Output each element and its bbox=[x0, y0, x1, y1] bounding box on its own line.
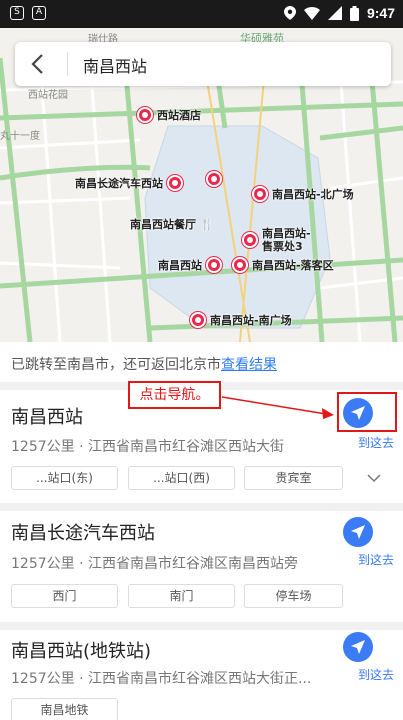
map-pin-icon bbox=[252, 186, 268, 202]
result-item[interactable]: 南昌长途汽车西站 1257公里 · 江西省南昌市红谷滩区南昌西站旁 到这去 西门… bbox=[0, 511, 403, 622]
notification-icon: S bbox=[10, 6, 24, 20]
signal-icon bbox=[327, 6, 342, 20]
battery-icon bbox=[349, 5, 359, 21]
sub-poi-chip[interactable]: 南昌地铁 bbox=[11, 698, 118, 720]
restaurant-icon: 🍴 bbox=[200, 217, 214, 231]
view-results-link[interactable]: 查看结果 bbox=[221, 357, 277, 373]
result-title[interactable]: 南昌西站(地铁站) bbox=[11, 637, 151, 663]
map-pin-icon bbox=[242, 232, 258, 248]
status-bar: S A 9:47 bbox=[0, 0, 403, 28]
sub-poi-chip[interactable]: 西门 bbox=[11, 584, 118, 608]
go-here-label[interactable]: 到这去 bbox=[358, 551, 394, 568]
navigation-arrow-icon bbox=[351, 525, 365, 539]
go-here-label[interactable]: 到这去 bbox=[358, 666, 394, 683]
result-address: 1257公里 · 江西省南昌市红谷滩区西站大街正... bbox=[11, 671, 312, 687]
map-poi[interactable]: 南昌西站-南广场 bbox=[190, 312, 292, 328]
map-poi[interactable]: 南昌西站餐厅 🍴 bbox=[130, 216, 214, 232]
map-pin-icon bbox=[167, 175, 183, 191]
annotation-highlight-box bbox=[337, 392, 397, 432]
map-poi[interactable]: 南昌西站 bbox=[158, 257, 222, 273]
map-poi[interactable]: 南昌西站-落客区 bbox=[232, 257, 334, 273]
result-address: 1257公里 · 江西省南昌市红谷滩区南昌西站旁 bbox=[11, 556, 298, 572]
result-address: 1257公里 · 江西省南昌市红谷滩区西站大街 bbox=[11, 439, 284, 455]
map-pin-icon[interactable] bbox=[206, 171, 222, 187]
divider bbox=[0, 503, 403, 511]
search-bar[interactable]: 南昌西站 bbox=[15, 42, 391, 86]
location-icon bbox=[283, 6, 296, 20]
chevron-down-icon[interactable] bbox=[367, 473, 381, 483]
divider bbox=[0, 622, 403, 630]
notification-icon: A bbox=[32, 6, 46, 20]
navigation-arrow-icon bbox=[351, 640, 365, 654]
sub-poi-chip[interactable]: 贵宾室 bbox=[244, 466, 343, 490]
map-poi[interactable]: 南昌长途汽车西站 bbox=[75, 175, 183, 191]
map-pin-icon bbox=[137, 107, 153, 123]
search-input[interactable]: 南昌西站 bbox=[83, 53, 147, 77]
result-item[interactable]: 南昌西站(地铁站) 1257公里 · 江西省南昌市红谷滩区西站大街正... 到这… bbox=[0, 630, 403, 720]
map-poi[interactable]: 南昌西站- 售票处3 bbox=[242, 227, 311, 253]
sub-poi-chip[interactable]: 停车场 bbox=[244, 584, 343, 608]
annotation-callout: 点击导航。 bbox=[128, 381, 221, 409]
go-here-label[interactable]: 到这去 bbox=[358, 434, 394, 451]
sub-poi-chip[interactable]: ...站口(西) bbox=[128, 466, 235, 490]
map-pin-icon bbox=[190, 312, 206, 328]
divider bbox=[67, 52, 68, 76]
street-label: 西站花园 bbox=[28, 90, 68, 101]
navigate-button[interactable] bbox=[343, 632, 373, 662]
result-title[interactable]: 南昌长途汽车西站 bbox=[11, 519, 155, 545]
map-poi[interactable]: 南昌西站-北广场 bbox=[252, 186, 354, 202]
sub-poi-chip[interactable]: ...站口(东) bbox=[11, 466, 118, 490]
sub-poi-chip[interactable]: 南门 bbox=[128, 584, 235, 608]
result-title[interactable]: 南昌西站 bbox=[11, 403, 83, 429]
notice-text: 已跳转至南昌市，还可返回北京市 bbox=[11, 357, 221, 373]
back-arrow-icon[interactable] bbox=[25, 50, 53, 78]
map-pin-icon bbox=[232, 257, 248, 273]
wifi-icon bbox=[303, 7, 320, 20]
map-poi[interactable]: 西站酒店 bbox=[137, 107, 201, 123]
map-pin-icon bbox=[206, 257, 222, 273]
street-label: 丸十一度 bbox=[0, 131, 40, 142]
clock: 9:47 bbox=[366, 5, 395, 21]
navigate-button[interactable] bbox=[343, 517, 373, 547]
